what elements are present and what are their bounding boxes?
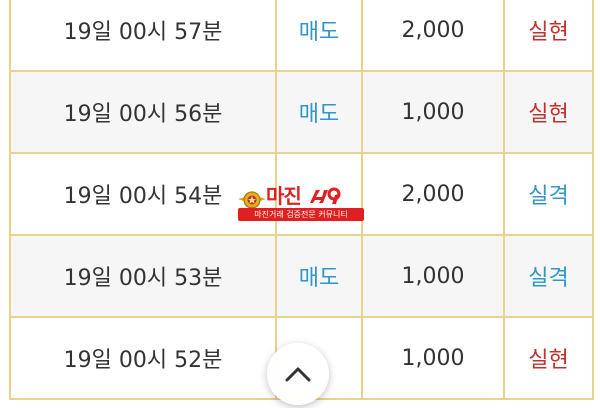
trade-result: 실현	[503, 0, 594, 72]
table-row: 19일 00시 56분 매도 1,000 실현	[9, 70, 594, 154]
trade-time: 19일 00시 56분	[9, 70, 277, 154]
scroll-to-top-button[interactable]	[267, 343, 329, 405]
table-row: 19일 00시 57분 매도 2,000 실현	[9, 0, 594, 72]
trade-type: 매도	[275, 0, 363, 72]
trade-history-screen: 19일 00시 57분 매도 2,000 실현 19일 00시 56분 매도 1…	[0, 0, 600, 408]
watermark-tagline: 마진거래 검증전문 커뮤니티	[238, 208, 364, 221]
trade-type: 매도	[275, 70, 363, 154]
watermark-logo-mark	[309, 187, 341, 204]
trade-amount: 1,000	[361, 234, 505, 318]
trade-type: 매도	[275, 234, 363, 318]
trade-time: 19일 00시 53분	[9, 234, 277, 318]
trade-result: 실현	[503, 316, 594, 400]
trade-result: 실격	[503, 234, 594, 318]
watermark-title: 마진	[266, 185, 341, 207]
trade-amount: 1,000	[361, 316, 505, 400]
trade-time: 19일 00시 57분	[9, 0, 277, 72]
chevron-up-icon	[285, 367, 311, 382]
trade-time: 19일 00시 52분	[9, 316, 277, 400]
trade-amount: 2,000	[361, 0, 505, 72]
table-row: 19일 00시 53분 매도 1,000 실격	[9, 234, 594, 318]
watermark-logo: 마진 마진거래 검증전문 커뮤니티	[236, 185, 366, 225]
trade-amount: 2,000	[361, 152, 505, 236]
trade-result: 실현	[503, 70, 594, 154]
trade-result: 실격	[503, 152, 594, 236]
trade-amount: 1,000	[361, 70, 505, 154]
